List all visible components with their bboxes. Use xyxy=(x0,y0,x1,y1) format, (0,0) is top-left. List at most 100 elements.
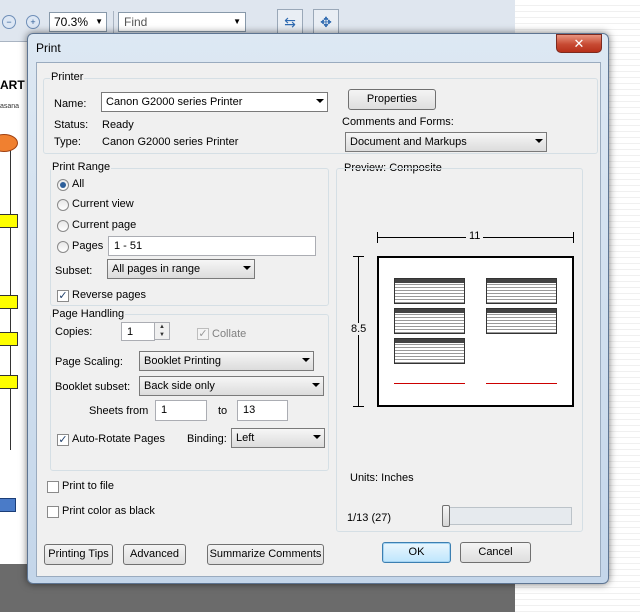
print-dialog: Print ✕ Printer Name: Canon G2000 series… xyxy=(27,33,609,584)
comments-forms-value: Document and Markups xyxy=(350,136,467,148)
height-dimension-tick xyxy=(353,256,364,257)
zoom-out-icon[interactable]: − xyxy=(2,15,16,29)
find-placeholder: Find xyxy=(124,15,148,29)
chevron-down-icon xyxy=(312,383,320,387)
chevron-down-icon xyxy=(535,139,543,143)
radio-current-view[interactable] xyxy=(57,199,69,211)
close-button[interactable]: ✕ xyxy=(556,34,602,53)
sheets-to-input[interactable]: 13 xyxy=(237,400,288,421)
printer-group-label: Printer xyxy=(50,71,85,83)
flowchart-box-blue xyxy=(0,498,16,512)
preview-table xyxy=(486,308,557,334)
flowchart-box xyxy=(0,375,18,389)
units-label: Units: Inches xyxy=(350,472,414,484)
zoom-level-value: 70.3% xyxy=(54,15,89,29)
subset-select[interactable]: All pages in range xyxy=(107,259,255,279)
preview-page xyxy=(377,256,574,407)
preview-table xyxy=(486,278,557,304)
preview-height-value: 8.5 xyxy=(348,323,370,335)
collate-checkbox[interactable]: ✓ xyxy=(197,328,209,340)
comments-forms-select[interactable]: Document and Markups xyxy=(345,132,547,152)
document-page: ART asana xyxy=(0,42,28,564)
printing-tips-button[interactable]: Printing Tips xyxy=(44,544,113,565)
radio-current-page-label: Current page xyxy=(72,219,137,231)
preview-footer-line xyxy=(486,383,557,386)
page-scaling-value: Booklet Printing xyxy=(144,355,222,367)
radio-all-label: All xyxy=(72,178,85,190)
print-range-label: Print Range xyxy=(51,161,112,173)
preview-table xyxy=(394,308,465,334)
printer-name-select[interactable]: Canon G2000 series Printer xyxy=(101,92,328,112)
chevron-down-icon: ▼ xyxy=(95,17,103,26)
checkmark-icon: ✓ xyxy=(58,290,68,302)
find-input[interactable]: Find ▼ xyxy=(118,12,246,32)
radio-pages-label: Pages xyxy=(72,240,104,252)
chevron-down-icon xyxy=(316,99,324,103)
flowchart-box xyxy=(0,214,18,228)
advanced-button[interactable]: Advanced xyxy=(123,544,186,565)
chevron-down-icon xyxy=(313,435,321,439)
print-to-file-checkbox[interactable] xyxy=(47,481,59,493)
preview-footer-line xyxy=(394,383,465,386)
fit-width-icon[interactable]: ⇆ xyxy=(277,9,303,35)
ok-button[interactable]: OK xyxy=(382,542,451,563)
radio-all[interactable] xyxy=(57,179,69,191)
reverse-pages-checkbox[interactable]: ✓ xyxy=(57,290,69,302)
print-color-black-checkbox[interactable] xyxy=(47,506,59,518)
stepper-up-icon[interactable]: ▲ xyxy=(155,323,169,331)
cancel-button[interactable]: Cancel xyxy=(460,542,531,563)
reverse-pages-label: Reverse pages xyxy=(72,289,146,301)
booklet-subset-select[interactable]: Back side only xyxy=(139,376,324,396)
document-small-text: asana xyxy=(0,103,20,110)
chevron-down-icon xyxy=(302,358,310,362)
page-scaling-select[interactable]: Booklet Printing xyxy=(139,351,314,371)
printer-status-label: Status: xyxy=(54,119,89,131)
toolbar-divider xyxy=(113,11,114,33)
stepper-down-icon[interactable]: ▼ xyxy=(155,331,169,339)
printer-status-value: Ready xyxy=(102,119,134,131)
checkmark-icon: ✓ xyxy=(198,328,208,340)
auto-rotate-checkbox[interactable]: ✓ xyxy=(57,434,69,446)
flowchart-oval xyxy=(0,134,18,152)
preview-table xyxy=(394,278,465,304)
subset-label: Subset: xyxy=(55,265,93,277)
chevron-down-icon xyxy=(243,266,251,270)
height-dimension-tick xyxy=(353,406,364,407)
properties-button[interactable]: Properties xyxy=(348,89,436,110)
sheets-from-label: Sheets from xyxy=(89,405,149,417)
close-icon: ✕ xyxy=(573,36,585,51)
zoom-level-field[interactable]: 70.3% ▼ xyxy=(49,12,107,32)
pages-range-input[interactable]: 1 - 51 xyxy=(108,236,316,256)
preview-slider-thumb[interactable] xyxy=(442,505,450,527)
width-dimension-tick xyxy=(377,232,378,243)
sheets-to-label: to xyxy=(218,405,228,417)
radio-pages[interactable] xyxy=(57,241,69,253)
checkmark-icon: ✓ xyxy=(58,434,68,446)
radio-current-page[interactable] xyxy=(57,220,69,232)
page-counter: 1/13 (27) xyxy=(347,512,392,524)
binding-select[interactable]: Left xyxy=(231,428,325,448)
dialog-title: Print xyxy=(36,41,61,55)
preview-width-value: 11 xyxy=(466,230,484,242)
booklet-subset-label: Booklet subset: xyxy=(55,381,131,393)
sheets-from-input[interactable]: 1 xyxy=(155,400,207,421)
printer-type-label: Type: xyxy=(54,136,81,148)
chevron-down-icon: ▼ xyxy=(233,17,241,26)
booklet-subset-value: Back side only xyxy=(144,380,215,392)
print-color-black-label: Print color as black xyxy=(62,505,155,517)
printer-type-value: Canon G2000 series Printer xyxy=(102,136,239,148)
copies-stepper[interactable]: ▲ ▼ xyxy=(154,322,170,340)
copies-input[interactable]: 1 xyxy=(121,322,155,341)
flowchart-box xyxy=(0,295,18,309)
summarize-comments-button[interactable]: Summarize Comments xyxy=(207,544,324,565)
fit-page-icon[interactable]: ✥ xyxy=(313,9,339,35)
zoom-in-icon[interactable]: + xyxy=(26,15,40,29)
binding-label: Binding: xyxy=(187,433,227,445)
comments-forms-label: Comments and Forms: xyxy=(342,116,454,128)
collate-label: Collate xyxy=(212,328,247,340)
printer-name-label: Name: xyxy=(54,98,87,110)
printer-name-value: Canon G2000 series Printer xyxy=(106,96,243,108)
binding-value: Left xyxy=(236,432,255,444)
preview-slider-track[interactable] xyxy=(442,507,572,525)
preview-table xyxy=(394,338,465,364)
